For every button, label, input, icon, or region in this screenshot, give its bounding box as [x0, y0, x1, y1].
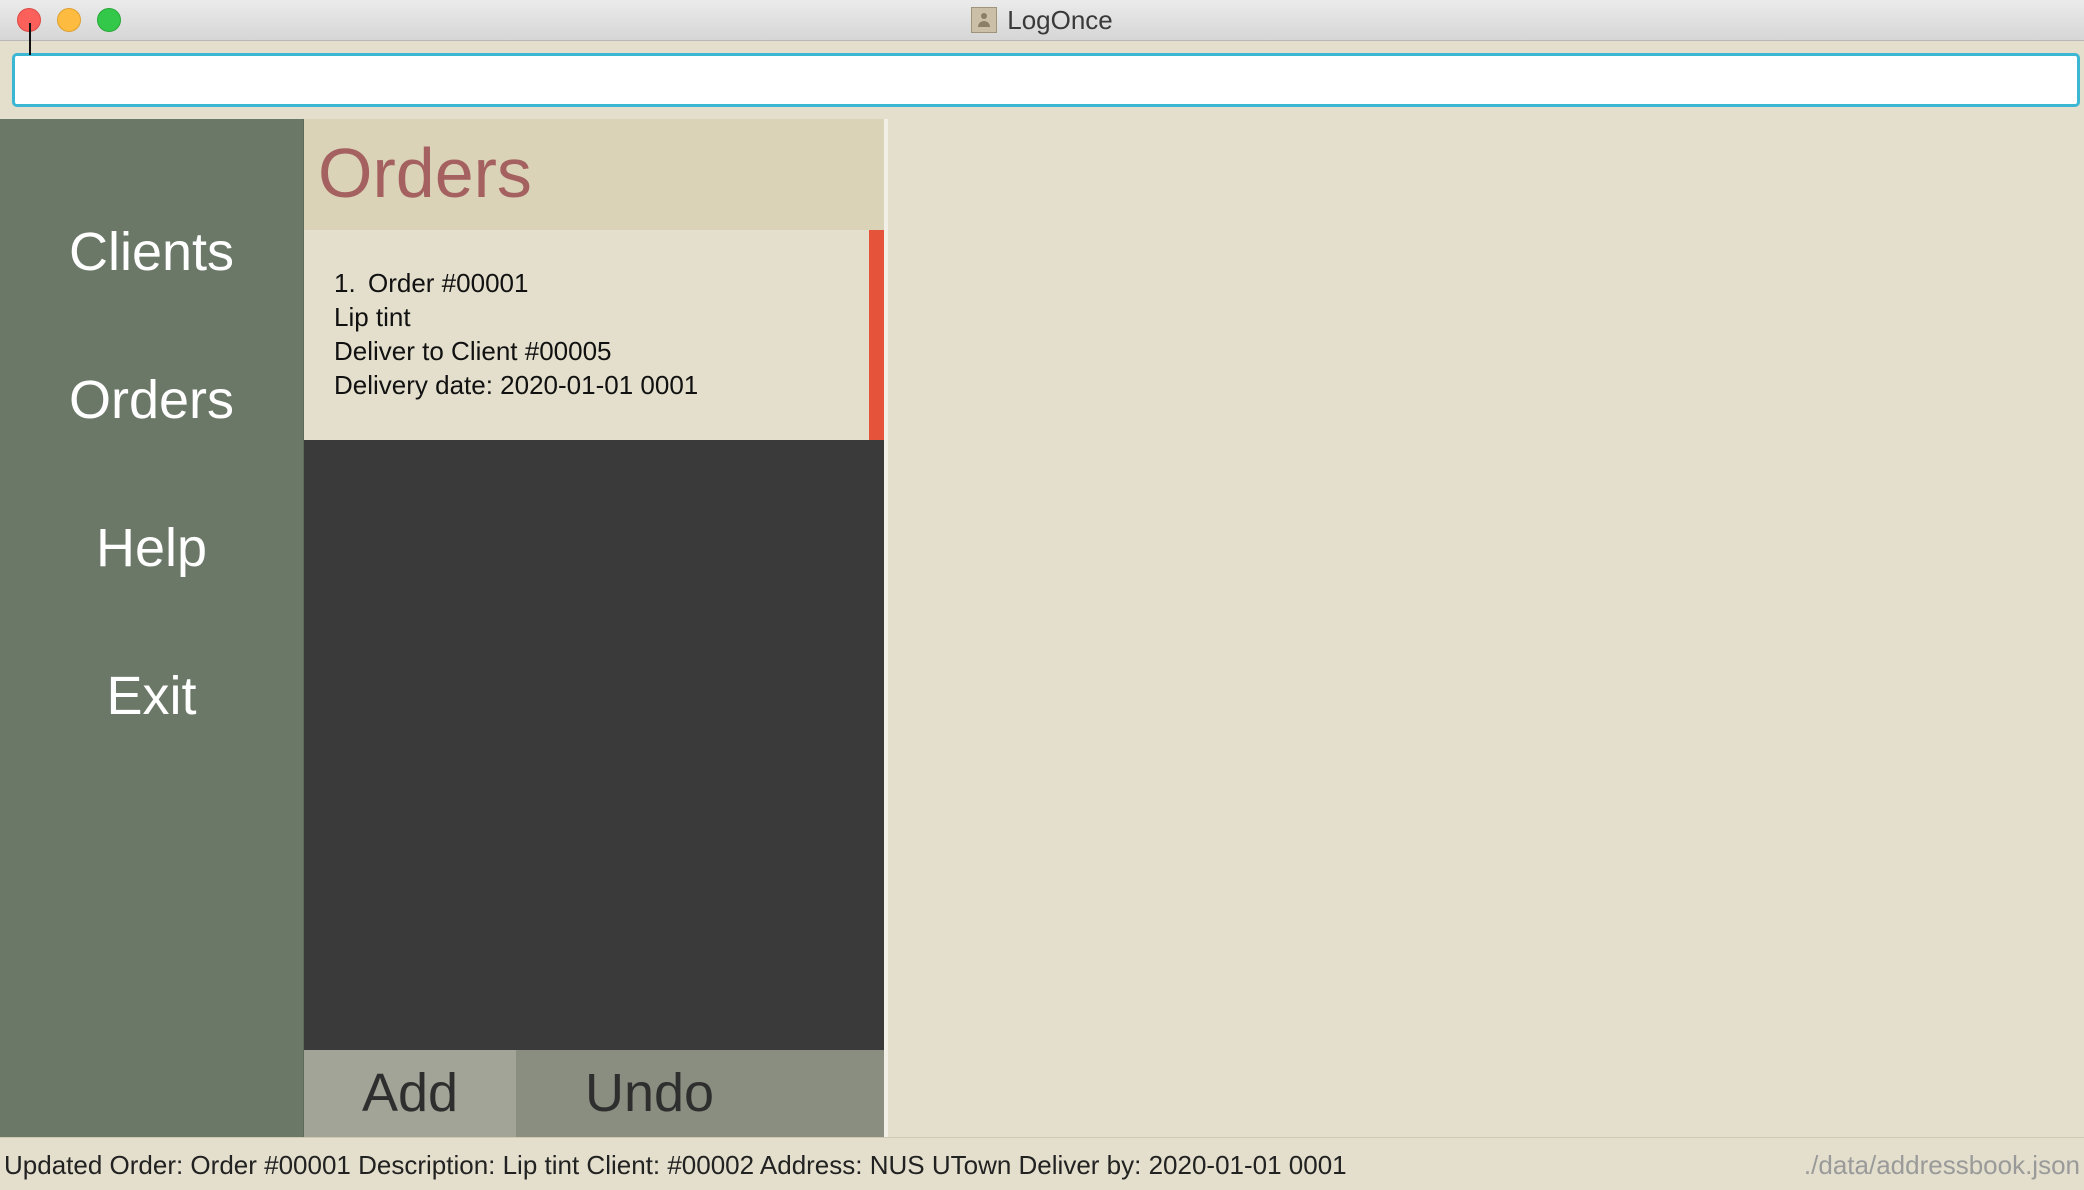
title-bar: LogOnce: [0, 0, 2084, 41]
command-box-container: [0, 41, 2084, 119]
undo-button-label: Undo: [585, 1063, 715, 1123]
sidebar-item-exit[interactable]: Exit: [0, 656, 303, 736]
orders-list-panel: Orders 1. Order #00001 Lip tint Deliver …: [304, 119, 884, 1137]
order-delivery-date: Delivery date: 2020-01-01 0001: [334, 370, 699, 400]
window-title-group: LogOnce: [0, 0, 2084, 40]
text-caret: [29, 23, 31, 55]
window-title: LogOnce: [1007, 4, 1113, 35]
page-title: Orders: [318, 134, 532, 212]
save-location: ./data/addressbook.json: [1803, 1150, 2080, 1180]
status-bar: Updated Order: Order #00001 Description:…: [0, 1137, 2084, 1190]
add-button[interactable]: Add: [304, 1050, 516, 1137]
order-description: Lip tint: [334, 302, 411, 332]
status-message: Updated Order: Order #00001 Description:…: [4, 1150, 1347, 1180]
command-input[interactable]: [12, 53, 2080, 107]
order-index: 1.: [334, 268, 356, 298]
sidebar-item-help[interactable]: Help: [0, 508, 303, 588]
order-status-indicator: [869, 230, 884, 440]
detail-panel: [888, 119, 2084, 1137]
sidebar-item-clients[interactable]: Clients: [0, 212, 303, 292]
order-card[interactable]: 1. Order #00001 Lip tint Deliver to Clie…: [304, 230, 884, 440]
orders-panel-header: Orders: [304, 119, 884, 230]
sidebar-nav: Clients Orders Help Exit: [0, 119, 304, 1137]
app-window: LogOnce Clients Orders Help Exit Orders …: [0, 0, 2084, 1190]
order-client: Deliver to Client #00005: [334, 336, 612, 366]
order-id: Order #00001: [368, 268, 529, 298]
sidebar-item-orders[interactable]: Orders: [0, 360, 303, 440]
undo-button[interactable]: Undo: [516, 1050, 884, 1137]
address-book-icon: [971, 7, 998, 33]
orders-action-bar: Add Undo: [304, 1050, 884, 1137]
